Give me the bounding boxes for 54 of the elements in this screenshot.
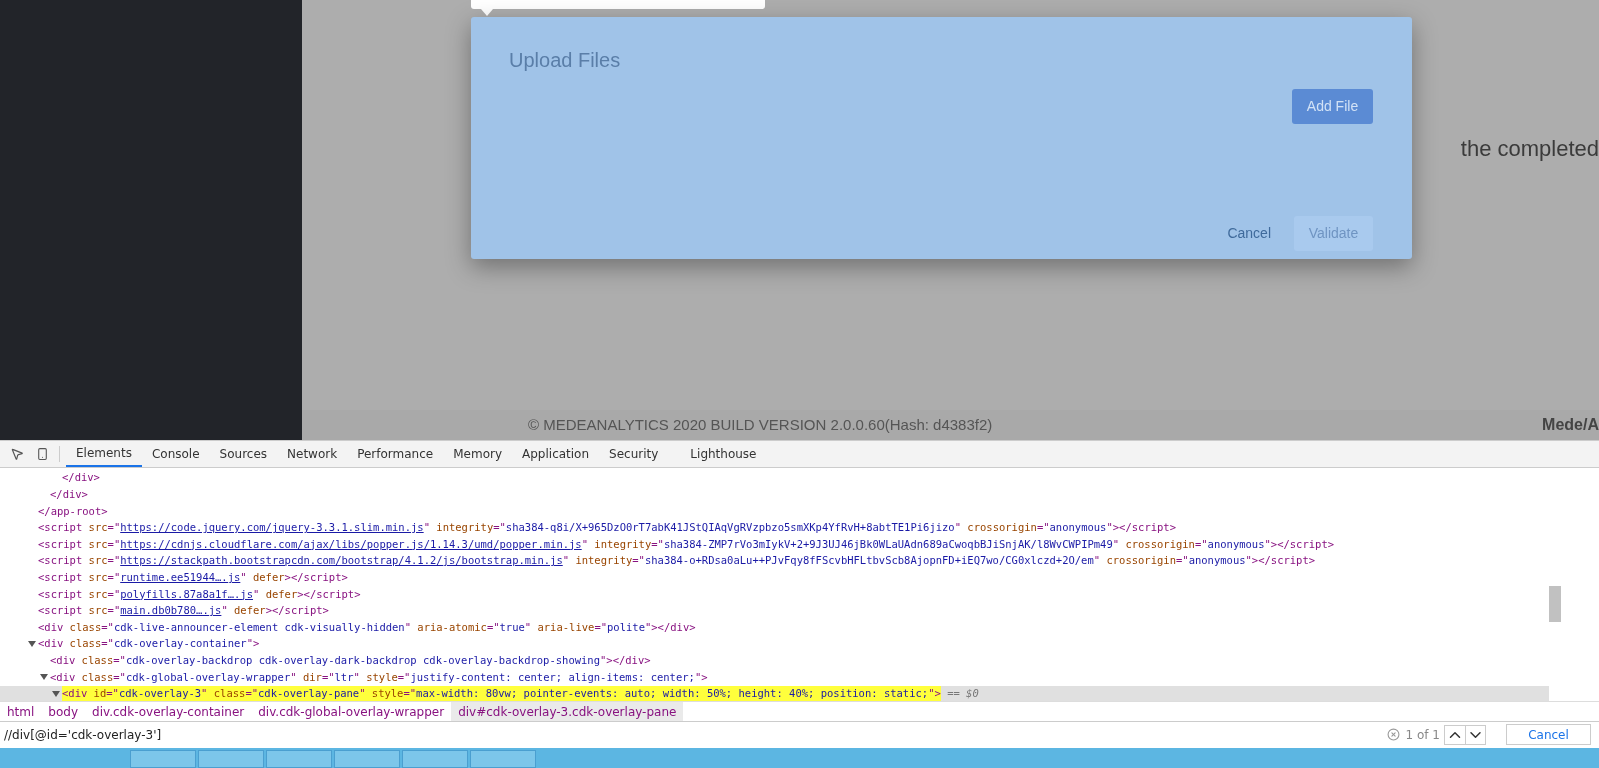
markup-text: </div> [50,487,88,502]
devtools-tab[interactable]: Console [141,441,210,467]
devtools-tab[interactable]: Application [512,441,600,467]
breadcrumb[interactable]: div#cdk-overlay-3.cdk-overlay-pane [451,702,684,721]
dom-line[interactable]: <div class="cdk-overlay-container"> [0,635,1549,653]
devtools-tab[interactable]: Lighthouse [680,441,767,467]
markup-text: <div class="cdk-overlay-backdrop cdk-overlay-dark-backdrop cdk-overlay-backdrop-showing"></div> [50,652,651,668]
dialog-title: Upload Files [509,48,621,73]
breadcrumb[interactable]: div.cdk-global-overlay-wrapper [251,702,452,721]
dom-line[interactable]: <div class="cdk-live-announcer-element cdk-visually-hidden" aria-atomic="true" aria-live="polite"></div> [0,619,1549,636]
dom-line[interactable]: <script src="main.db0b780….js" defer></script> [0,602,1549,620]
breadcrumb[interactable]: div.cdk-overlay-container [85,702,252,721]
scrollbar[interactable] [1549,586,1561,622]
markup-text: </div> [62,470,100,486]
dom-line[interactable]: </div> [0,486,1549,504]
dom-line[interactable]: <script src="https://code.jquery.com/jquery-3.3.1.slim.min.js" integrity="sha384-q8i/X+965DzO0rT7abK41JStQIAqVgRVzpbzo5smXKp4YfRvH+8abtTE1Pi6jizo" crossorigin="anonymous"></script> [0,519,1549,537]
markup-text: <div id="cdk-overlay-3" class="cdk-overlay-pane" style="max-width: 80vw; pointer-events: auto; width: 50%; height: 40%; position: static;"> [62,686,941,701]
markup-text: </app-root> [38,503,108,519]
markup-text: <div class="cdk-overlay-container"> [38,636,260,652]
inspect-icon[interactable] [10,447,24,461]
search-cancel-button[interactable]: Cancel [1506,724,1591,745]
selected-marker: == $0 [946,686,979,701]
dom-line[interactable]: <script src="polyfills.87a8a1f….js" defer></script> [0,586,1549,603]
dom-line[interactable]: </app-root> [0,503,1549,520]
devtools-tab[interactable]: Performance [347,441,444,467]
logo-text: Mede/A [1542,415,1599,435]
dom-line[interactable]: <script src="runtime.ee51944….js" defer></script> [0,569,1549,587]
markup-text: <script src="main.db0b780….js" defer></script> [38,603,329,619]
devtools-tab[interactable]: Network [277,441,348,467]
dom-line[interactable]: <div class="cdk-overlay-backdrop cdk-overlay-dark-backdrop cdk-overlay-backdrop-showing"></div> [0,652,1549,670]
device-toolbar-icon[interactable] [36,447,49,461]
search-field[interactable]: //div[@id='cdk-overlay-3'] [4,724,1387,745]
markup-text: <div class="cdk-global-overlay-wrapper" dir="ltr" style="justify-content: center; align-items: center;"> [50,669,708,685]
markup-text: <script src="https://code.jquery.com/jquery-3.3.1.slim.min.js" integrity="sha384-q8i/X+965DzO0rT7abK41JStQIAqVgRVzpbzo5smXKp4YfRvH+8abtTE1Pi6jizo" crossorigin="anonymous"></script> [38,520,1176,536]
clear-icon[interactable] [1386,728,1400,741]
markup-text: <script src="https://stackpath.bootstrapcdn.com/bootstrap/4.1.2/js/bootstrap.min.js" integrity="sha384-o+RDsa0aLu++PJvFqy8fFScvbHFLtbvScb8AjopnFD+iEQ7wo/CG0xlczd+2O/em" crossorigin="anonymous"></script> [38,553,1316,569]
dom-line[interactable]: </div> [0,470,1549,487]
dom-line[interactable]: <div class="cdk-global-overlay-wrapper" dir="ltr" style="justify-content: center; align-items: center;"> [0,669,1549,686]
markup-text: <div class="cdk-live-announcer-element cdk-visually-hidden" aria-atomic="true" aria-live="polite"></div> [38,619,696,635]
devtools-tab[interactable]: Elements [66,441,142,467]
expand-triangle-icon[interactable] [40,673,48,682]
devtools-tab[interactable]: Security [599,441,669,467]
devtools-tab[interactable]: Sources [209,441,278,467]
expand-triangle-icon[interactable] [28,640,36,649]
devtools-tab[interactable]: Memory [443,441,512,467]
page-text: the completed [1460,135,1599,163]
match-count: 1 of 1 [1405,726,1440,744]
markup-text: <script src="polyfills.87a8a1f….js" defer></script> [38,586,361,602]
breadcrumb[interactable]: html [0,702,42,721]
expand-triangle-icon[interactable] [52,690,60,698]
footer-text: © MEDEANALYTICS 2020 BUILD VERSION 2.0.0.60(Hash: d4383f2) [528,414,993,435]
markup-text: <script src="https://cdnjs.cloudflare.com/ajax/libs/popper.js/1.14.3/umd/popper.min.js" integrity="sha384-ZMP7rVo3mIykV+2+9J3UJ46jBk0WLaUAdn689aCwoqbBJiSnjAK/l8WvCWPIPm49" crossorigin="anonymous"></script> [38,536,1335,552]
markup-text: <script src="runtime.ee51944….js" defer></script> [38,570,348,585]
breadcrumb[interactable]: body [41,702,86,721]
